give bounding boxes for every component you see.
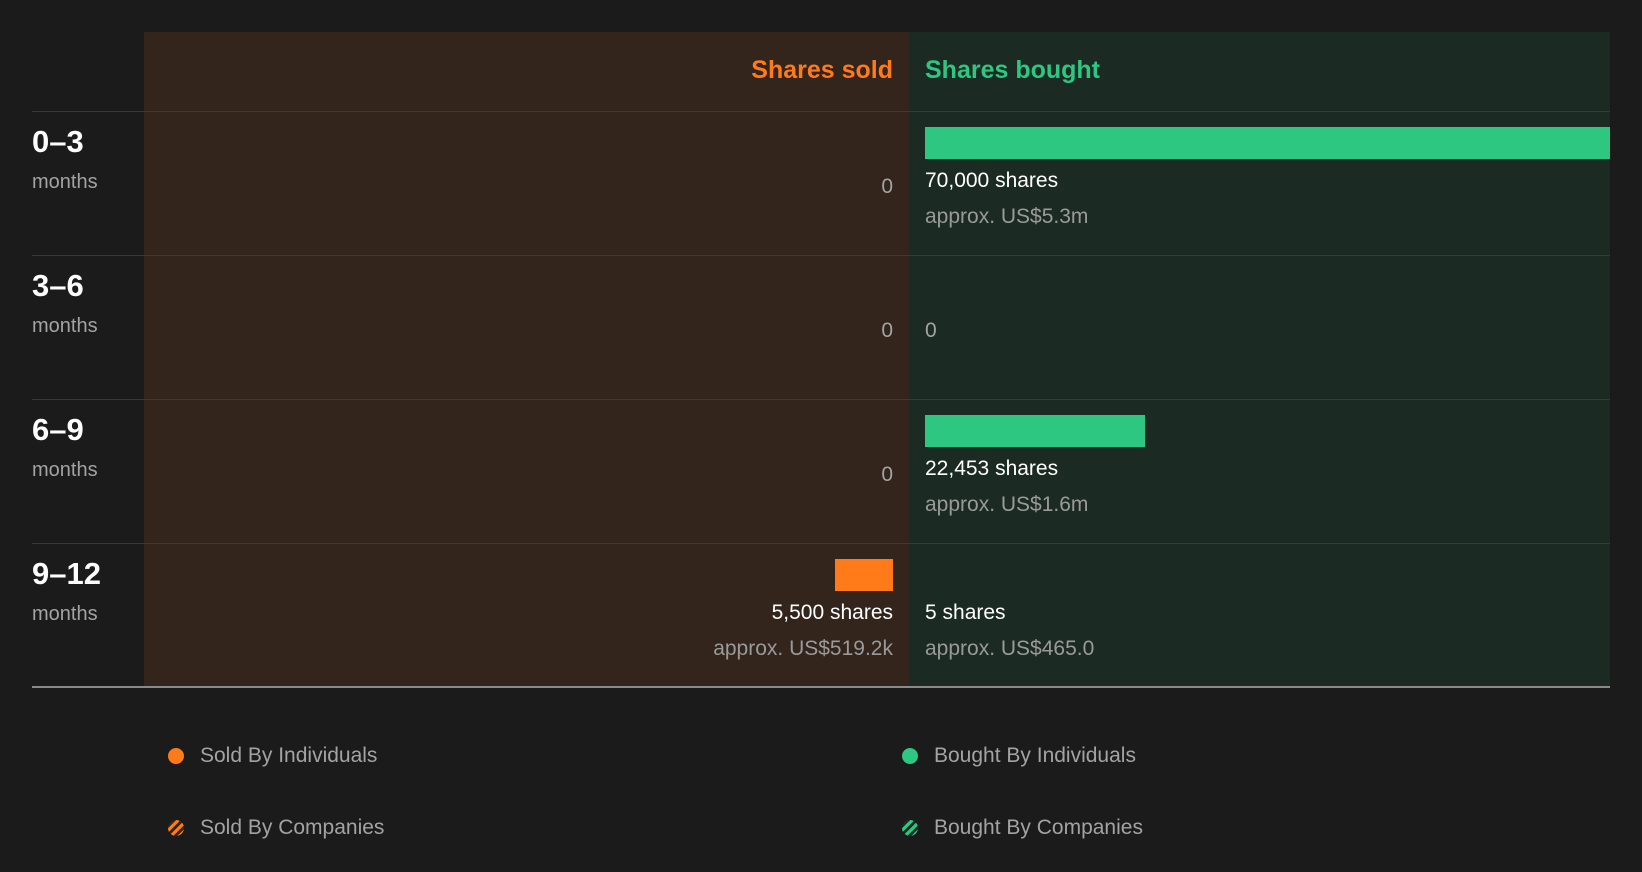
legend-marker: [168, 820, 184, 836]
range-unit: months: [32, 315, 98, 337]
legend-label: Bought By Individuals: [934, 744, 1136, 767]
sold-value-label: approx. US$519.2k: [713, 637, 893, 660]
range-label: 9–12: [32, 556, 101, 591]
shares-sold-header: Shares sold: [751, 56, 893, 84]
bought-bar: [925, 415, 1145, 447]
legend-label: Sold By Individuals: [200, 744, 378, 767]
legend-marker: [902, 748, 918, 764]
range-row: 9–12 months 5,500 shares approx. US$519.2k 5…: [0, 544, 1642, 688]
legend-label: Sold By Companies: [200, 816, 385, 839]
legend-label: Bought By Companies: [934, 816, 1143, 839]
legend-marker: [168, 748, 184, 764]
bought-shares-label: 5 shares: [925, 601, 1006, 624]
bought-value-label: approx. US$1.6m: [925, 493, 1089, 516]
bought-value-label: approx. US$465.0: [925, 637, 1095, 660]
sold-bar: [835, 559, 893, 591]
bought-bar: [925, 127, 1610, 159]
range-row: 0–3 months 0 70,000 shares approx. US$5.3m: [0, 112, 1642, 256]
legend-marker: [902, 820, 918, 836]
range-unit: months: [32, 603, 98, 625]
shares-bought-header: Shares bought: [925, 56, 1101, 84]
range-row: 3–6 months 0 0: [0, 256, 1642, 400]
sold-zero-label: 0: [881, 463, 893, 486]
range-row: 6–9 months 0 22,453 shares approx. US$1.6m: [0, 400, 1642, 544]
range-unit: months: [32, 459, 98, 481]
range-label: 3–6: [32, 268, 84, 303]
sold-zero-label: 0: [881, 319, 893, 342]
bought-shares-label: 22,453 shares: [925, 457, 1059, 480]
range-label: 0–3: [32, 124, 84, 159]
sold-shares-label: 5,500 shares: [771, 601, 893, 624]
range-label: 6–9: [32, 412, 84, 447]
sold-zero-label: 0: [881, 175, 893, 198]
bought-zero-label: 0: [925, 319, 937, 342]
bought-shares-label: 70,000 shares: [925, 169, 1059, 192]
range-unit: months: [32, 171, 98, 193]
bought-value-label: approx. US$5.3m: [925, 205, 1089, 228]
